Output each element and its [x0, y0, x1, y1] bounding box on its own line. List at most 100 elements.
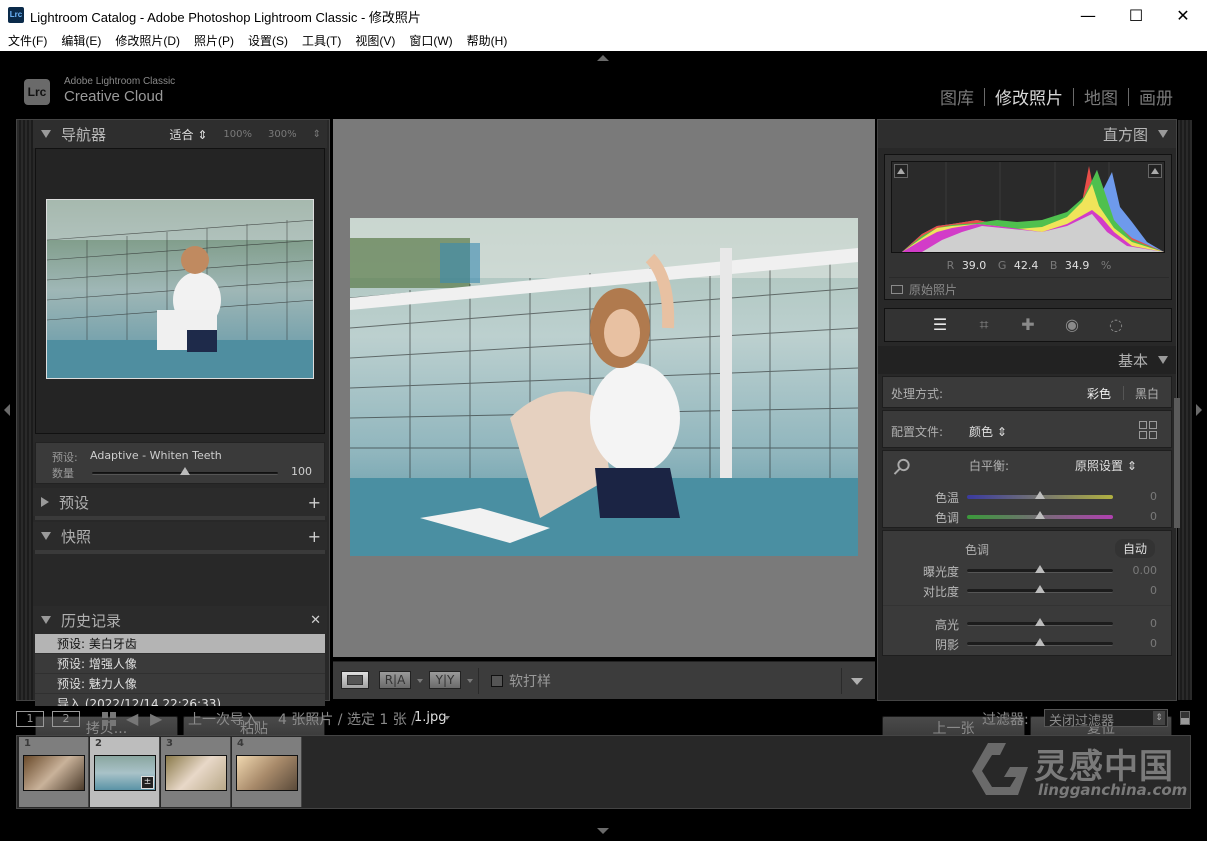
highlights-label: 高光: [934, 618, 959, 632]
zoom-fit[interactable]: 适合 ⇕: [170, 126, 208, 143]
before-after-ra-button[interactable]: R|A: [379, 671, 411, 689]
histogram-graph[interactable]: [891, 161, 1165, 253]
navigator-preview[interactable]: [35, 148, 325, 434]
menu-develop[interactable]: 修改照片(D): [115, 31, 180, 51]
history-item[interactable]: 预设: 魅力人像: [35, 674, 325, 694]
menu-help[interactable]: 帮助(H): [467, 31, 508, 51]
module-book[interactable]: 画册: [1129, 84, 1183, 109]
back-arrow-icon[interactable]: ◀: [126, 709, 138, 728]
contrast-value[interactable]: 0: [1150, 584, 1157, 597]
wb-dropdown[interactable]: 原照设置 ⇕: [1075, 457, 1137, 474]
filename-dropdown-icon[interactable]: [444, 716, 450, 720]
tint-value[interactable]: 0: [1150, 510, 1157, 523]
histogram-header[interactable]: 直方图: [878, 120, 1176, 148]
filter-lock-toggle[interactable]: [1180, 711, 1190, 725]
close-button[interactable]: ✕: [1160, 0, 1206, 31]
top-panel-toggle-icon[interactable]: [597, 55, 609, 61]
filmstrip-thumb[interactable]: 1: [19, 737, 89, 807]
zoom-more-icon[interactable]: ⇕: [313, 129, 321, 140]
history-item[interactable]: 预设: 增强人像: [35, 654, 325, 674]
toolbar-menu-icon[interactable]: [851, 678, 863, 685]
module-map[interactable]: 地图: [1074, 84, 1128, 109]
triangle-up-icon: [897, 168, 905, 174]
divider: [883, 605, 1171, 606]
lightroom-app: Lrc Adobe Lightroom Classic Creative Clo…: [0, 51, 1207, 841]
panel-grip: [17, 120, 33, 700]
add-snapshot-icon[interactable]: +: [308, 527, 321, 546]
thumb-number: 1: [24, 738, 31, 749]
menu-photo[interactable]: 照片(P): [194, 31, 234, 51]
menu-tools[interactable]: 工具(T): [302, 31, 341, 51]
main-photo[interactable]: [350, 218, 858, 556]
navigator-zoom-options: 适合 ⇕ 100% 300% ⇕: [170, 126, 327, 143]
exposure-slider-thumb[interactable]: [1035, 565, 1045, 573]
image-canvas[interactable]: [333, 119, 875, 657]
maximize-button[interactable]: ☐: [1113, 0, 1159, 31]
forward-arrow-icon[interactable]: ▶: [150, 709, 162, 728]
before-after-yy-button[interactable]: Y|Y: [429, 671, 461, 689]
contrast-slider-thumb[interactable]: [1035, 585, 1045, 593]
add-preset-icon[interactable]: +: [308, 493, 321, 512]
shadows-value[interactable]: 0: [1150, 637, 1157, 650]
right-panel-toggle-icon[interactable]: [1196, 404, 1202, 416]
grid-view-icon[interactable]: [102, 712, 116, 726]
module-library[interactable]: 图库: [930, 84, 984, 109]
module-develop[interactable]: 修改照片: [985, 84, 1073, 109]
auto-tone-button[interactable]: 自动: [1115, 539, 1156, 558]
tint-slider-thumb[interactable]: [1035, 511, 1045, 519]
snapshots-header[interactable]: 快照 +: [33, 522, 327, 550]
yy-dropdown-icon[interactable]: [467, 679, 473, 683]
soft-proof-checkbox[interactable]: [491, 675, 503, 687]
temp-value[interactable]: 0: [1150, 490, 1157, 503]
redeye-icon[interactable]: ◉: [1062, 315, 1082, 335]
history-item[interactable]: 预设: 美白牙齿: [35, 634, 325, 654]
r-label: R: [946, 259, 955, 272]
left-panel-toggle-icon[interactable]: [4, 404, 10, 416]
navigator-header[interactable]: 导航器 适合 ⇕ 100% 300% ⇕: [33, 120, 327, 148]
shadows-slider-thumb[interactable]: [1035, 638, 1045, 646]
current-filename[interactable]: 1.jpg: [414, 710, 447, 725]
minimize-button[interactable]: —: [1065, 0, 1111, 31]
presets-header[interactable]: 预设 +: [33, 488, 327, 516]
zoom-100[interactable]: 100%: [223, 129, 252, 140]
loupe-view-button[interactable]: [341, 671, 369, 689]
temp-slider-thumb[interactable]: [1035, 491, 1045, 499]
menu-settings[interactable]: 设置(S): [248, 31, 288, 51]
treatment-color-option[interactable]: 彩色: [1087, 385, 1111, 402]
menu-view[interactable]: 视图(V): [355, 31, 395, 51]
filter-dropdown[interactable]: 关闭过滤器 ⇕: [1044, 709, 1168, 729]
highlights-slider-thumb[interactable]: [1035, 618, 1045, 626]
secondary-view-button[interactable]: 2: [52, 711, 80, 727]
filmstrip-thumb[interactable]: 3: [161, 737, 231, 807]
bottom-panel-toggle-icon[interactable]: [597, 828, 609, 834]
filmstrip-thumb-selected[interactable]: 2 ±: [90, 737, 160, 807]
history-header[interactable]: 历史记录 ✕: [33, 606, 327, 634]
menu-edit[interactable]: 编辑(E): [61, 31, 101, 51]
wb-eyedropper-icon[interactable]: ⚲: [887, 453, 916, 482]
filmstrip-thumb[interactable]: 4: [232, 737, 302, 807]
profile-dropdown[interactable]: 颜色 ⇕: [969, 423, 1007, 440]
highlights-value[interactable]: 0: [1150, 617, 1157, 630]
right-panel-scrollbar[interactable]: [1174, 398, 1180, 528]
primary-view-button[interactable]: 1: [16, 711, 44, 727]
source-label[interactable]: 上一次导入: [188, 709, 258, 729]
sliders-icon[interactable]: ☰: [930, 315, 950, 335]
mask-icon[interactable]: ◌: [1106, 315, 1126, 335]
heal-icon[interactable]: ✚: [1018, 315, 1038, 335]
clear-history-icon[interactable]: ✕: [310, 613, 321, 628]
basic-header[interactable]: 基本: [878, 346, 1176, 374]
menu-file[interactable]: 文件(F): [8, 31, 47, 51]
product-name: Adobe Lightroom Classic: [64, 76, 176, 87]
amount-slider-thumb[interactable]: [180, 467, 190, 475]
shadow-clipping-toggle[interactable]: [894, 164, 908, 178]
navigator-thumbnail[interactable]: [46, 199, 314, 379]
ra-dropdown-icon[interactable]: [417, 679, 423, 683]
menu-window[interactable]: 窗口(W): [409, 31, 452, 51]
profile-browser-icon[interactable]: [1139, 421, 1157, 439]
crop-icon[interactable]: ⌗: [974, 315, 994, 335]
treatment-bw-option[interactable]: 黑白: [1135, 385, 1159, 402]
exposure-value[interactable]: 0.00: [1133, 564, 1158, 577]
original-photo-checkbox[interactable]: [891, 285, 903, 294]
highlight-clipping-toggle[interactable]: [1148, 164, 1162, 178]
zoom-300[interactable]: 300%: [268, 129, 297, 140]
